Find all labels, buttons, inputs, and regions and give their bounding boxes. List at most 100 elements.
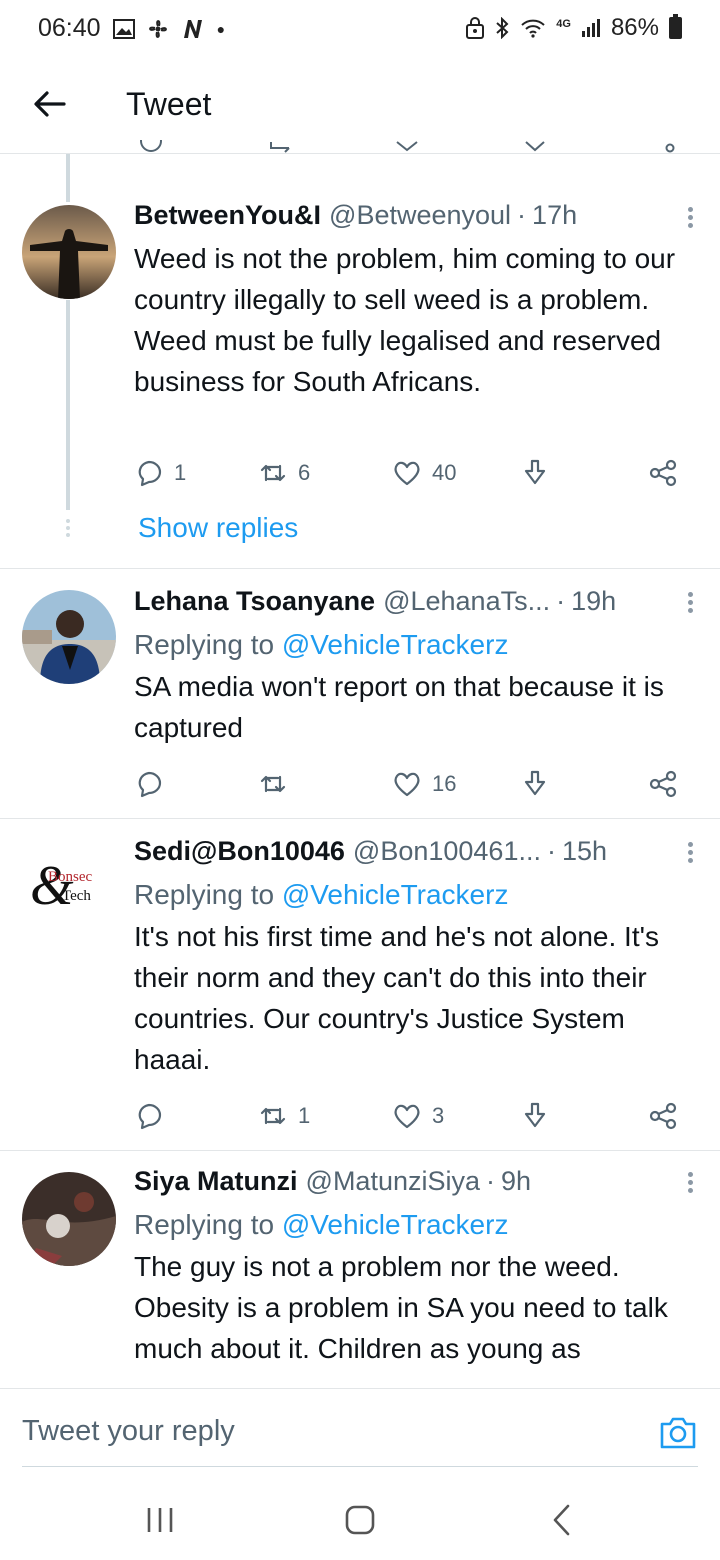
share-icon [665, 143, 675, 153]
reply-button[interactable] [134, 1096, 174, 1136]
reply-composer [0, 1388, 720, 1472]
avatar[interactable] [22, 205, 116, 299]
show-replies-link[interactable]: Show replies [138, 512, 298, 544]
tweet-time[interactable]: 17h [532, 200, 577, 231]
download-icon [524, 1102, 546, 1128]
avatar[interactable]: & Bonsec Tech [22, 844, 116, 938]
replying-to-link[interactable]: @VehicleTrackerz [282, 1209, 509, 1240]
author-handle[interactable]: @Bon100461... [353, 836, 541, 867]
tweet-time[interactable]: 9h [501, 1166, 531, 1197]
tweet-text: It's not his first time and he's not alo… [134, 921, 659, 1075]
fan-icon [148, 19, 167, 38]
like-icon [396, 141, 418, 152]
like-button[interactable]: 16 [392, 764, 456, 804]
thread-dots [66, 516, 70, 540]
reply-underline [22, 1466, 698, 1467]
recent-apps-button[interactable] [140, 1500, 180, 1540]
back-chevron-icon [553, 1504, 570, 1536]
svg-text:&: & [30, 855, 74, 917]
replying-to: Replying to @VehicleTrackerz [134, 876, 696, 914]
download-button[interactable] [520, 453, 550, 493]
notification-dot-icon: ● [216, 20, 226, 37]
tweet-text: Weed is not the problem, him coming to o… [134, 243, 676, 397]
share-button[interactable] [648, 1096, 678, 1136]
replying-to-link[interactable]: @VehicleTrackerz [282, 879, 509, 910]
retweet-button[interactable]: 6 [258, 453, 310, 493]
avatar[interactable] [22, 1172, 116, 1266]
author-name[interactable]: Siya Matunzi [134, 1166, 298, 1197]
author-handle[interactable]: @LehanaTs... [383, 586, 550, 617]
download-button[interactable] [520, 764, 550, 804]
more-options-button[interactable] [678, 1169, 702, 1199]
heart-icon [394, 1104, 420, 1129]
heart-icon [394, 461, 420, 486]
like-button[interactable]: 40 [392, 453, 456, 493]
status-time: 06:40 [38, 14, 101, 42]
reply-count: 1 [174, 460, 187, 485]
tweet[interactable]: Siya Matunzi @MatunziSiya · 9h Replying … [0, 1166, 720, 1388]
tweet-actions: 1 6 40 [134, 453, 694, 493]
share-button[interactable] [648, 764, 678, 804]
page-title: Tweet [126, 86, 212, 122]
avatar[interactable] [22, 590, 116, 684]
tweet[interactable]: & Bonsec Tech Sedi@Bon10046 @Bon100461..… [0, 836, 720, 1150]
author-name[interactable]: Lehana Tsoanyane [134, 586, 375, 617]
tweet[interactable]: Lehana Tsoanyane @LehanaTs... · 19h Repl… [0, 586, 720, 818]
reply-button[interactable]: 1 [134, 453, 186, 493]
download-icon [524, 770, 546, 796]
author-handle[interactable]: @MatunziSiya [306, 1166, 480, 1197]
like-count: 3 [432, 1103, 445, 1128]
lock-icon [466, 17, 485, 39]
battery-icon [669, 14, 682, 39]
share-icon [649, 1102, 677, 1130]
replying-prefix: Replying to [134, 1209, 275, 1240]
retweet-button[interactable]: 1 [258, 1096, 310, 1136]
camera-button[interactable] [658, 1413, 698, 1453]
more-options-button[interactable] [678, 589, 702, 619]
replying-to-link[interactable]: @VehicleTrackerz [282, 629, 509, 660]
divider [0, 568, 720, 569]
author-name[interactable]: BetweenYou&I [134, 200, 321, 231]
like-count: 16 [432, 771, 457, 796]
share-icon [649, 459, 677, 487]
like-count: 40 [432, 460, 457, 485]
reply-icon [138, 771, 162, 798]
tweet-time[interactable]: 15h [562, 836, 607, 867]
tweet-actions: 16 [134, 764, 694, 804]
back-arrow-icon [34, 91, 66, 117]
retweet-icon [260, 464, 286, 482]
reply-input[interactable] [22, 1407, 622, 1455]
reply-icon [140, 140, 162, 152]
retweet-button[interactable] [258, 764, 298, 804]
download-button[interactable] [520, 1096, 550, 1136]
tweet-actions: 1 3 [134, 1096, 694, 1136]
back-button[interactable] [30, 84, 70, 124]
tweet-time[interactable]: 19h [571, 586, 616, 617]
replying-to: Replying to @VehicleTrackerz [134, 626, 696, 664]
retweet-icon [260, 1107, 286, 1125]
replying-to: Replying to @VehicleTrackerz [134, 1206, 696, 1244]
signal-icon [581, 19, 600, 37]
separator-dot: · [546, 836, 556, 866]
author-handle[interactable]: @Betweenyoul [329, 200, 511, 231]
share-icon [649, 770, 677, 798]
tweet[interactable]: BetweenYou&I @Betweenyoul · 17h Weed is … [0, 200, 720, 568]
avatar-logo-line2: Tech [62, 888, 91, 904]
share-button[interactable] [648, 453, 678, 493]
camera-icon [660, 1417, 696, 1449]
more-options-button[interactable] [678, 204, 702, 234]
avatar-image [22, 590, 116, 684]
heart-icon [394, 772, 420, 797]
home-button[interactable] [340, 1500, 380, 1540]
reply-button[interactable] [134, 764, 174, 804]
more-options-button[interactable] [678, 839, 702, 869]
separator-dot: · [517, 200, 527, 230]
back-nav-button[interactable] [542, 1500, 582, 1540]
like-button[interactable]: 3 [392, 1096, 444, 1136]
recent-apps-icon [147, 1508, 173, 1532]
avatar-image [22, 1172, 116, 1266]
author-name[interactable]: Sedi@Bon10046 [134, 836, 345, 867]
status-bar: 06:40 ● 4G 86% [0, 0, 720, 58]
battery-percent: 86% [610, 14, 659, 41]
thread-line [66, 154, 70, 202]
